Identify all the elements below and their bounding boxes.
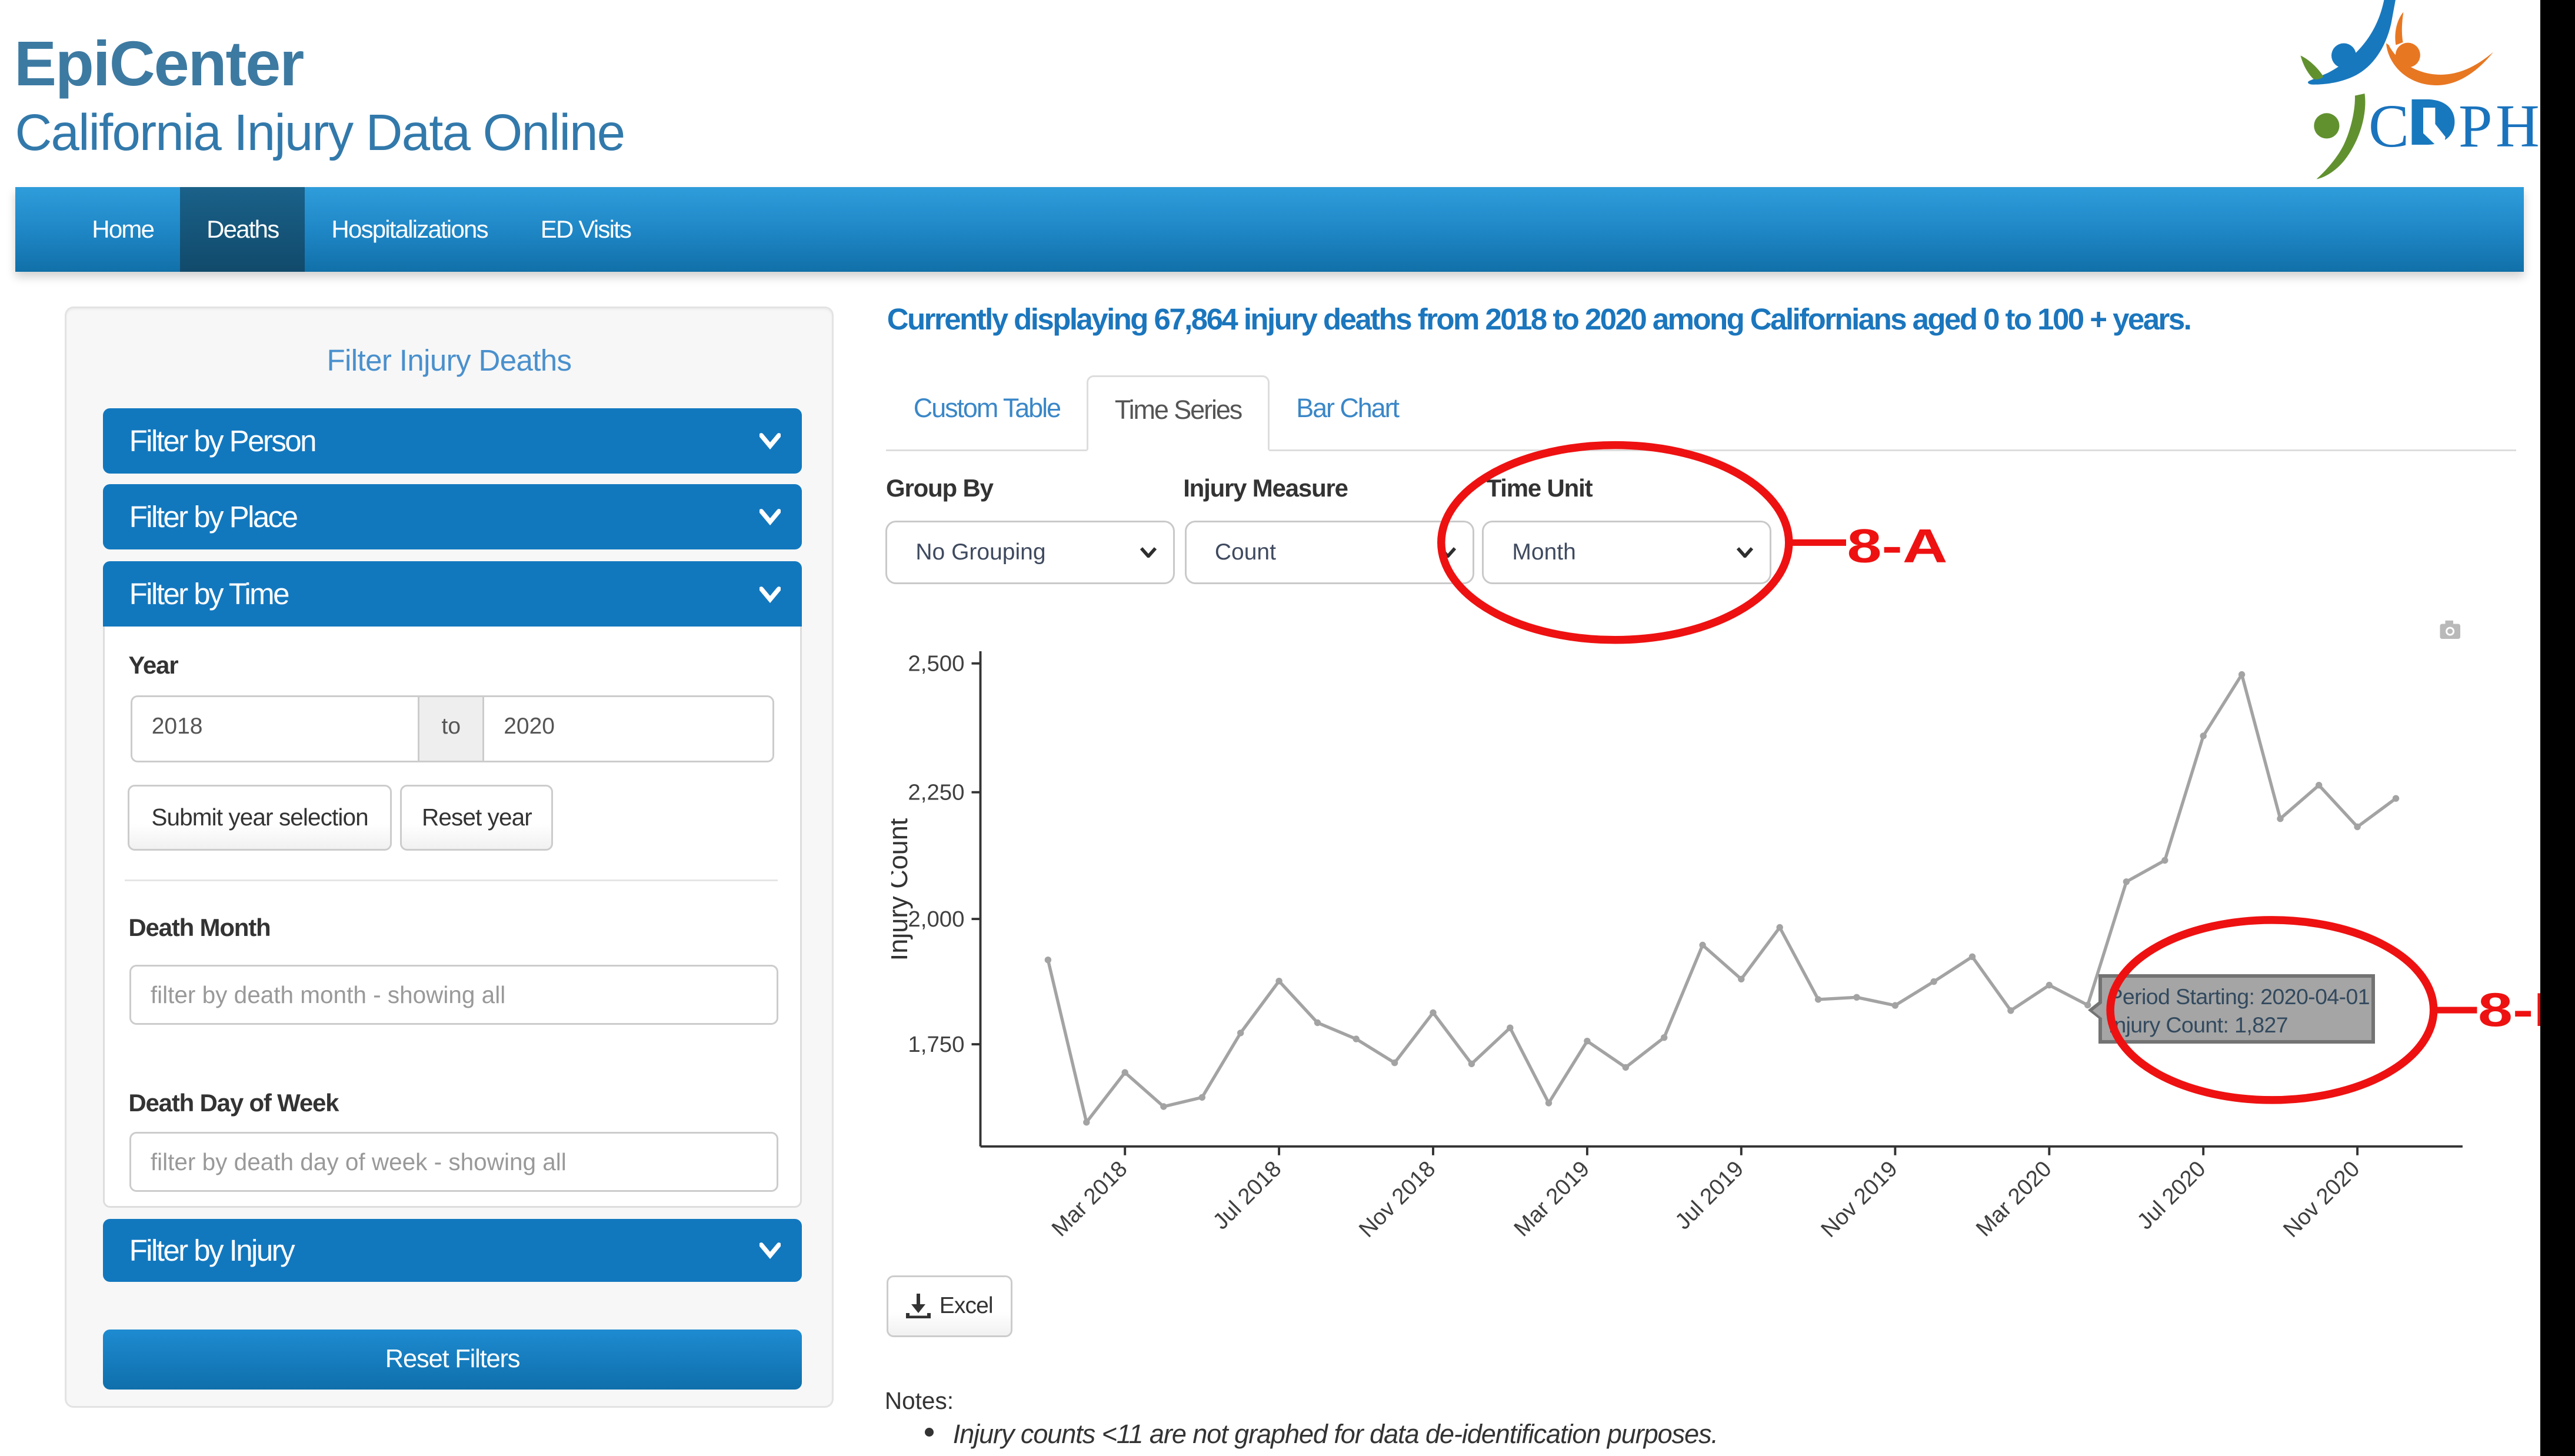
svg-text:8-A: 8-A bbox=[1847, 520, 1948, 573]
